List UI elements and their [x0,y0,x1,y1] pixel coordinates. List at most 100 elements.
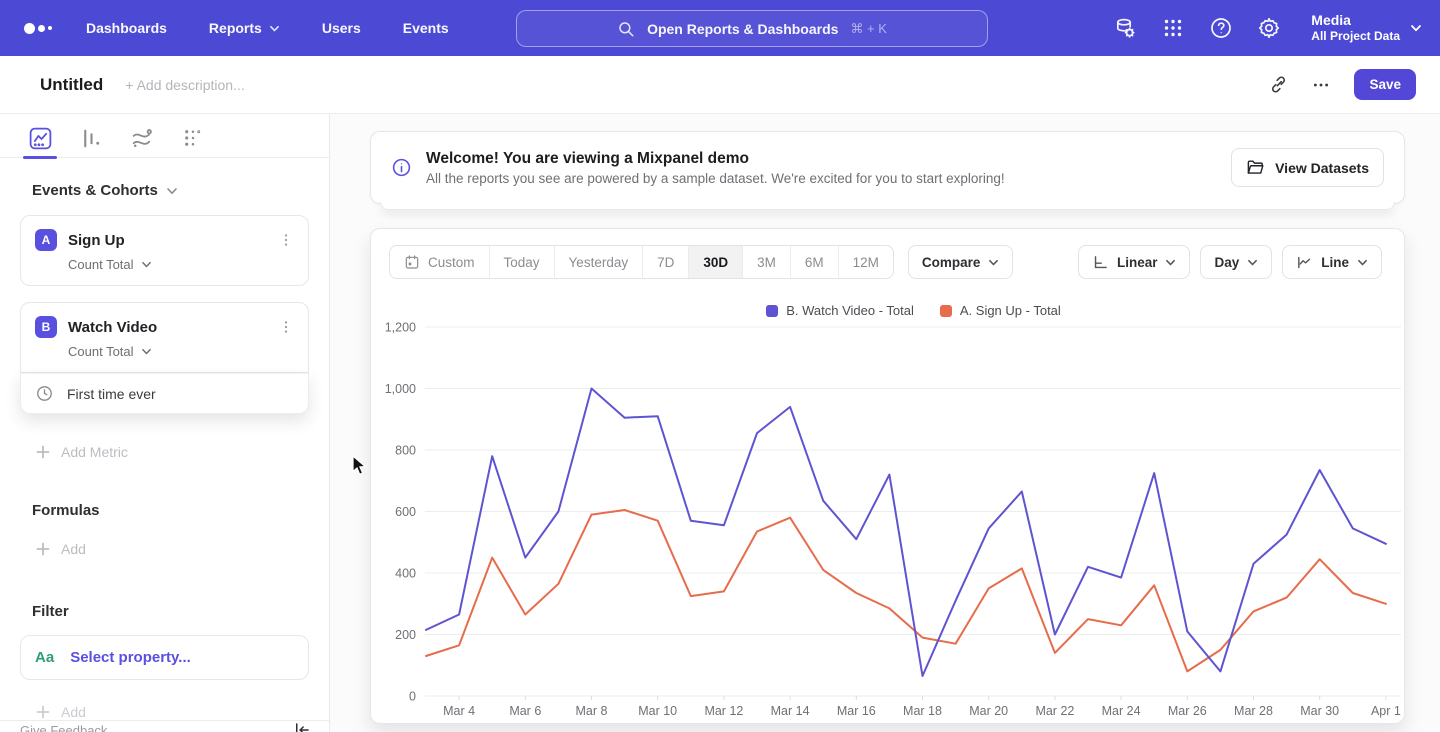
metric-name[interactable]: Sign Up [68,232,265,249]
data-pipelines-icon[interactable] [1113,16,1137,40]
chevron-down-icon [1165,257,1176,268]
range-7d[interactable]: 7D [642,246,688,278]
copy-link-icon[interactable] [1269,75,1288,94]
apps-grid-icon[interactable] [1161,16,1185,40]
legend-item-b-watch-video-total[interactable]: B. Watch Video - Total [766,303,914,318]
clock-icon [35,384,54,403]
y-axis-label: 1,200 [385,321,416,335]
aggregation-selector[interactable]: Count Total [21,251,308,285]
chart-controls: CustomTodayYesterday7D30D3M6M12M Compare… [371,229,1404,279]
aggregation-selector[interactable]: Count Total [21,338,308,372]
add-formula-button[interactable]: Add [36,541,329,557]
nav-item-users[interactable]: Users [322,20,361,36]
tab-flows[interactable] [130,126,155,157]
help-icon[interactable] [1209,16,1233,40]
y-axis-label: 600 [395,505,416,519]
legend-item-a-sign-up-total[interactable]: A. Sign Up - Total [940,303,1061,318]
filter-property-selector[interactable]: Aa Select property... [20,635,309,680]
compare-button[interactable]: Compare [908,245,1014,279]
top-navbar: Dashboards Reports Users Events Open Report… [0,0,1440,56]
line-chart-icon [1296,254,1313,271]
metric-card-b[interactable]: B Watch Video Count Total [20,302,309,373]
chart-type-selector[interactable]: Line [1282,245,1382,279]
view-datasets-button[interactable]: View Datasets [1231,148,1384,187]
settings-icon[interactable] [1257,16,1281,40]
range-6m[interactable]: 6M [790,246,838,278]
mixpanel-logo-icon[interactable] [24,23,52,34]
series-a-sign-up-total[interactable] [426,510,1386,671]
legend-swatch [766,305,778,317]
banner-subtitle: All the reports you see are powered by a… [426,171,1005,186]
calendar-icon [404,254,420,270]
chart-legend: B. Watch Video - Total A. Sign Up - Total [426,303,1401,318]
metric-menu-icon[interactable] [276,317,296,337]
x-axis-label: Mar 20 [969,704,1008,718]
navbar-right: Media All Project Data [1113,12,1422,44]
metric-badge-b: B [35,316,57,338]
nav-item-events[interactable]: Events [403,20,449,36]
nav-item-dashboards[interactable]: Dashboards [86,20,167,36]
search-shortcut: ⌘ + K [850,21,887,37]
metric-name[interactable]: Watch Video [68,319,265,336]
metric-badge-a: A [35,229,57,251]
chevron-down-icon [141,259,152,270]
info-icon [391,157,412,178]
events-cohorts-header[interactable]: Events & Cohorts [32,182,329,199]
x-axis-label: Mar 12 [704,704,743,718]
search-placeholder: Open Reports & Dashboards [647,21,838,37]
save-button[interactable]: Save [1354,69,1416,100]
range-30d[interactable]: 30D [688,246,742,278]
chevron-down-icon [1247,257,1258,268]
tab-retention[interactable] [181,126,206,157]
range-today[interactable]: Today [489,246,554,278]
x-axis-label: Mar 24 [1102,704,1141,718]
legend-swatch [940,305,952,317]
search-icon [617,20,635,38]
report-type-tabs [0,114,329,158]
report-canvas: Welcome! You are viewing a Mixpanel demo… [330,114,1440,732]
project-selector[interactable]: Media All Project Data [1311,12,1422,44]
x-axis-label: Mar 14 [771,704,810,718]
tab-insights[interactable] [28,126,53,157]
x-axis-label: Mar 16 [837,704,876,718]
tab-funnels[interactable] [79,126,104,157]
report-header: Untitled + Add description... Save [0,56,1440,114]
chevron-down-icon [1357,257,1368,268]
global-search-input[interactable]: Open Reports & Dashboards ⌘ + K [516,10,988,47]
scale-selector[interactable]: Linear [1078,245,1191,279]
interval-selector[interactable]: Day [1200,245,1272,279]
x-axis-label: Mar 4 [443,704,475,718]
chevron-down-icon [141,346,152,357]
linear-axis-icon [1092,254,1109,271]
series-b-watch-video-total[interactable] [426,389,1386,677]
nav-item-reports[interactable]: Reports [209,20,280,36]
query-builder-sidebar: Events & Cohorts A Sign Up Count Total B… [0,114,330,732]
add-metric-button[interactable]: Add Metric [36,444,329,460]
range-3m[interactable]: 3M [742,246,790,278]
plus-icon [36,705,50,719]
x-axis-label: Mar 18 [903,704,942,718]
chevron-down-icon [1410,22,1422,34]
primary-nav: Dashboards Reports Users Events [86,20,449,36]
report-title[interactable]: Untitled [40,75,103,95]
x-axis-label: Mar 30 [1300,704,1339,718]
metric-card-a[interactable]: A Sign Up Count Total [20,215,309,286]
more-options-icon[interactable] [1312,76,1330,94]
range-12m[interactable]: 12M [838,246,893,278]
date-range-segmented-control: CustomTodayYesterday7D30D3M6M12M [389,245,894,279]
line-chart[interactable]: 02004006008001,0001,200Mar 4Mar 6Mar 8Ma… [371,319,1406,721]
folder-icon [1246,158,1265,177]
add-filter-button[interactable]: Add [36,704,329,720]
banner-title: Welcome! You are viewing a Mixpanel demo [426,150,1005,168]
add-description-field[interactable]: + Add description... [125,77,244,93]
x-axis-label: Mar 28 [1234,704,1273,718]
give-feedback-link[interactable]: Give Feedback [20,723,107,732]
first-time-ever-option[interactable]: First time ever [20,373,309,414]
plus-icon [36,542,50,556]
range-yesterday[interactable]: Yesterday [554,246,643,278]
collapse-sidebar-icon[interactable] [293,721,311,732]
y-axis-label: 800 [395,444,416,458]
metric-menu-icon[interactable] [276,230,296,250]
y-axis-label: 400 [395,567,416,581]
range-custom[interactable]: Custom [390,246,489,278]
